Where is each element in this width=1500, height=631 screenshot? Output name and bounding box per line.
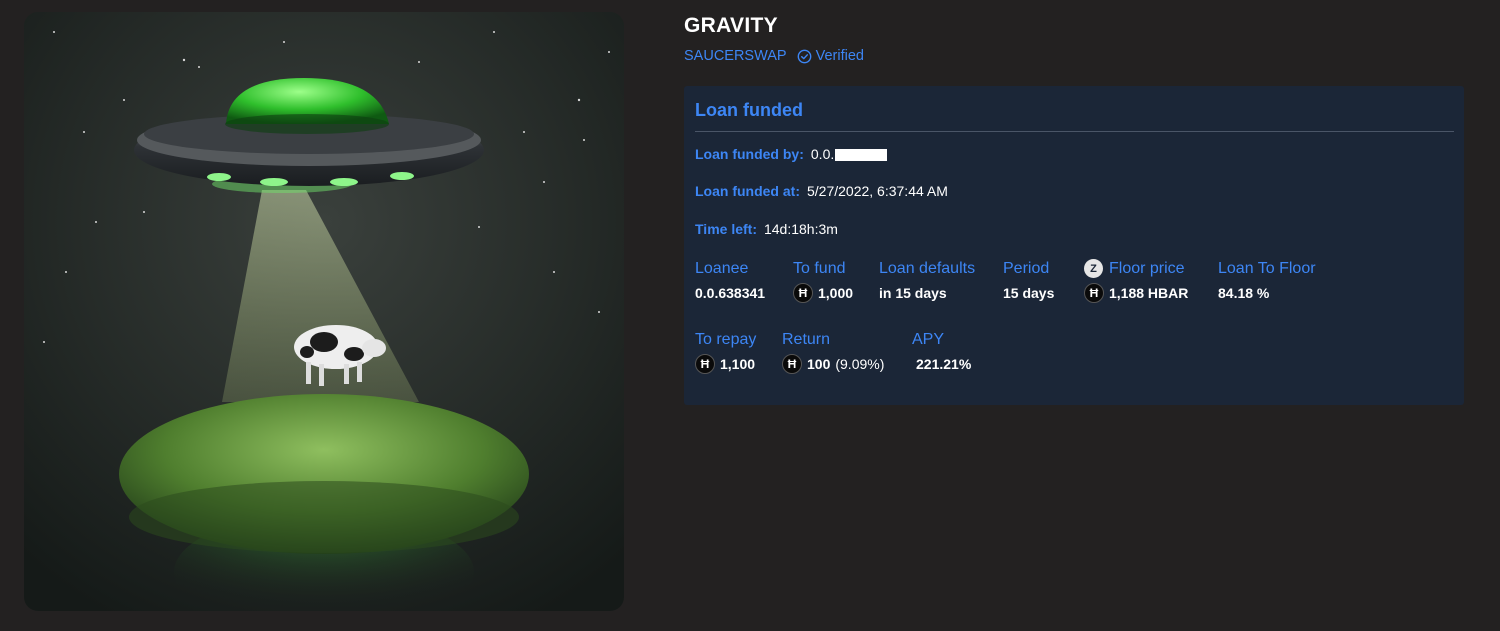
nft-title: GRAVITY bbox=[684, 14, 778, 37]
hbar-icon: Ħ bbox=[782, 354, 802, 374]
loan-defaults-value: in 15 days bbox=[879, 285, 947, 301]
time-left-value: 14d:18h:3m bbox=[763, 221, 838, 237]
nft-image[interactable] bbox=[24, 12, 624, 611]
return-percent: (9.09%) bbox=[835, 356, 885, 372]
stat-apy: APY 221.21% bbox=[912, 330, 971, 374]
loan-status-card: Loan funded Loan funded by: 0.0. Loan fu… bbox=[684, 86, 1464, 405]
verified-badge: Verified bbox=[797, 48, 864, 64]
loan-funded-by-row: Loan funded by: 0.0. bbox=[695, 146, 888, 162]
loan-defaults-label: Loan defaults bbox=[879, 259, 976, 277]
loanee-value[interactable]: 0.0.638341 bbox=[695, 283, 765, 303]
return-value-row: Ħ 100 (9.09%) bbox=[782, 354, 884, 374]
return-label: Return bbox=[782, 330, 831, 348]
hbar-icon: Ħ bbox=[1084, 283, 1104, 303]
floor-price-label: Floor price bbox=[1109, 259, 1185, 277]
loan-funded-at-value: 5/27/2022, 6:37:44 AM bbox=[807, 183, 948, 199]
hbar-icon: Ħ bbox=[695, 354, 715, 374]
redacted-block bbox=[835, 149, 888, 162]
account-prefix: 0.0. bbox=[810, 146, 835, 162]
apy-label: APY bbox=[912, 330, 945, 348]
loan-funded-by-value: 0.0. bbox=[810, 146, 888, 162]
return-value: 100 bbox=[807, 356, 831, 372]
collection-link[interactable]: SAUCERSWAP bbox=[684, 48, 787, 64]
loan-to-floor-label: Loan To Floor bbox=[1218, 259, 1316, 277]
floor-price-value-row: Ħ 1,188 HBAR bbox=[1084, 283, 1188, 303]
floor-price-head: Z Floor price bbox=[1084, 259, 1188, 278]
to-repay-value-row: Ħ 1,100 bbox=[695, 354, 756, 374]
stat-loan-defaults: Loan defaults in 15 days bbox=[879, 259, 975, 303]
stat-period: Period 15 days bbox=[1003, 259, 1054, 303]
period-label: Period bbox=[1003, 259, 1050, 277]
time-left-row: Time left: 14d:18h:3m bbox=[695, 221, 838, 237]
zuse-icon: Z bbox=[1084, 259, 1103, 278]
loan-funded-at-label: Loan funded at: bbox=[695, 183, 800, 199]
period-value: 15 days bbox=[1003, 285, 1055, 301]
check-circle-icon bbox=[797, 49, 811, 63]
to-repay-label: To repay bbox=[695, 330, 757, 348]
stat-loanee: Loanee 0.0.638341 bbox=[695, 259, 765, 303]
to-fund-label: To fund bbox=[793, 259, 846, 277]
loanee-label: Loanee bbox=[695, 259, 749, 277]
loan-to-floor-value: 84.18 % bbox=[1218, 285, 1270, 301]
to-repay-value: 1,100 bbox=[720, 356, 756, 372]
stat-loan-to-floor: Loan To Floor 84.18 % bbox=[1218, 259, 1316, 303]
divider bbox=[695, 131, 1454, 132]
verified-label: Verified bbox=[815, 48, 864, 64]
ufo-abducting-cow-artwork bbox=[24, 12, 624, 611]
loan-funded-by-label: Loan funded by: bbox=[695, 146, 804, 162]
loan-status-title: Loan funded bbox=[695, 100, 803, 120]
stat-to-repay: To repay Ħ 1,100 bbox=[695, 330, 756, 374]
stat-to-fund: To fund Ħ 1,000 bbox=[793, 259, 853, 303]
to-fund-value: 1,000 bbox=[818, 285, 854, 301]
apy-value: 221.21% bbox=[916, 356, 972, 372]
stat-return: Return Ħ 100 (9.09%) bbox=[782, 330, 884, 374]
floor-price-value: 1,188 HBAR bbox=[1109, 285, 1189, 301]
time-left-label: Time left: bbox=[695, 221, 757, 237]
stat-floor-price: Z Floor price Ħ 1,188 HBAR bbox=[1084, 259, 1188, 303]
collection-row: SAUCERSWAP Verified bbox=[684, 47, 864, 65]
hbar-icon: Ħ bbox=[793, 283, 813, 303]
loan-funded-at-row: Loan funded at: 5/27/2022, 6:37:44 AM bbox=[695, 183, 948, 199]
to-fund-value-row: Ħ 1,000 bbox=[793, 283, 853, 303]
